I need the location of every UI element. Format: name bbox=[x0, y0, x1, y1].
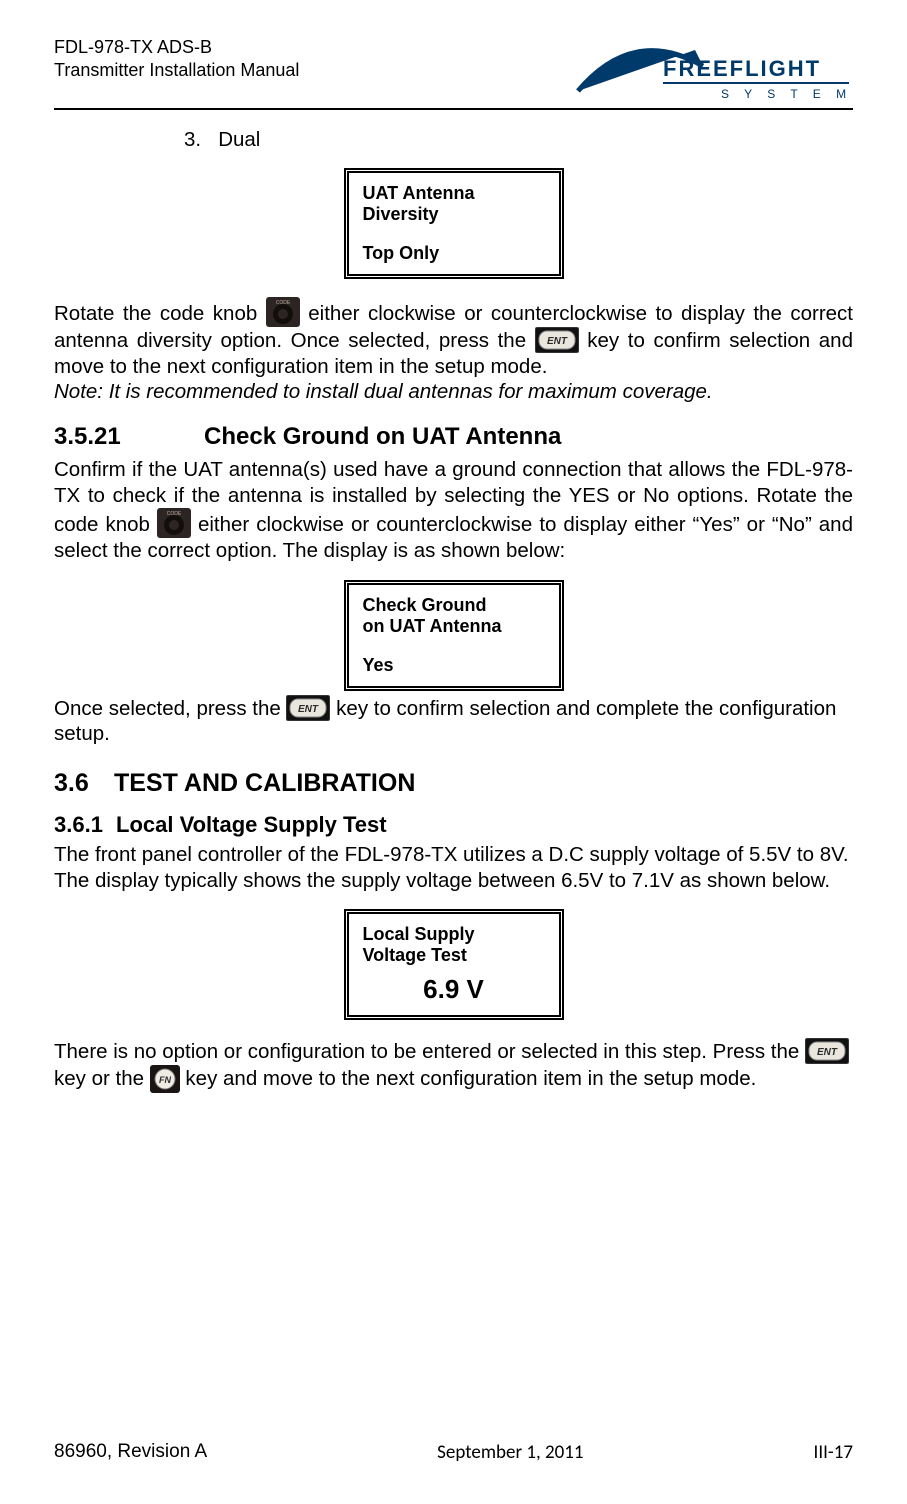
heading-number: 3.6.1 bbox=[54, 812, 116, 838]
code-knob-icon: CODE bbox=[157, 508, 191, 538]
display-line: Check Ground bbox=[363, 595, 545, 616]
paragraph: Confirm if the UAT antenna(s) used have … bbox=[54, 457, 853, 564]
logo-text-top: FREEFLIGHT bbox=[663, 56, 821, 81]
heading-title: Check Ground on UAT Antenna bbox=[204, 423, 561, 450]
footer-date: September 1, 2011 bbox=[437, 1441, 583, 1464]
paragraph: There is no option or configuration to b… bbox=[54, 1038, 853, 1093]
svg-text:ENT: ENT bbox=[817, 1047, 838, 1058]
paragraph: The front panel controller of the FDL-97… bbox=[54, 842, 853, 893]
header-divider bbox=[54, 108, 853, 110]
heading-number: 3.6 bbox=[54, 769, 114, 798]
ent-key-icon: ENT bbox=[805, 1038, 849, 1064]
svg-text:CODE: CODE bbox=[167, 511, 182, 517]
display-line: Diversity bbox=[363, 204, 545, 225]
display-line: UAT Antenna bbox=[363, 183, 545, 204]
heading-3-6-1: 3.6.1Local Voltage Supply Test bbox=[54, 812, 853, 838]
display-line: on UAT Antenna bbox=[363, 616, 545, 637]
page-footer: 86960, Revision A September 1, 2011 III-… bbox=[54, 1441, 853, 1464]
display-uat-diversity: UAT Antenna Diversity Top Only bbox=[344, 168, 564, 279]
heading-number: 3.5.21 bbox=[54, 423, 204, 451]
code-knob-icon: CODE bbox=[266, 297, 300, 327]
footer-left: 86960, Revision A bbox=[54, 1441, 207, 1464]
voltage-value: 6.9 V bbox=[363, 974, 545, 1005]
note: Note: It is recommended to install dual … bbox=[54, 379, 853, 405]
paragraph: Rotate the code knob CODE either clockwi… bbox=[54, 297, 853, 379]
list-number: 3. bbox=[184, 128, 201, 151]
display-line: Local Supply bbox=[363, 924, 545, 945]
heading-title: TEST AND CALIBRATION bbox=[114, 769, 415, 797]
display-line: Voltage Test bbox=[363, 945, 545, 966]
doc-header-line1: FDL-978-TX ADS-B bbox=[54, 36, 299, 59]
svg-text:CODE: CODE bbox=[276, 300, 291, 306]
display-line: Top Only bbox=[363, 243, 545, 264]
paragraph: Once selected, press the ENT key to conf… bbox=[54, 695, 853, 747]
svg-text:ENT: ENT bbox=[547, 336, 568, 347]
svg-text:ENT: ENT bbox=[298, 704, 319, 715]
display-line: Yes bbox=[363, 655, 545, 676]
display-check-ground: Check Ground on UAT Antenna Yes bbox=[344, 580, 564, 691]
heading-3-5-21: 3.5.21Check Ground on UAT Antenna bbox=[54, 423, 853, 451]
doc-header-line2: Transmitter Installation Manual bbox=[54, 59, 299, 82]
ent-key-icon: ENT bbox=[286, 695, 330, 721]
footer-page: III-17 bbox=[814, 1441, 853, 1464]
doc-header: FDL-978-TX ADS-B Transmitter Installatio… bbox=[54, 36, 299, 81]
heading-title: Local Voltage Supply Test bbox=[116, 812, 387, 837]
svg-text:FN: FN bbox=[159, 1075, 171, 1085]
list-item-dual: 3. Dual bbox=[184, 128, 853, 152]
heading-3-6: 3.6TEST AND CALIBRATION bbox=[54, 769, 853, 798]
display-voltage: Local Supply Voltage Test 6.9 V bbox=[344, 909, 564, 1020]
fn-key-icon: FN bbox=[150, 1065, 180, 1093]
logo-text-bottom: S Y S T E M S bbox=[721, 87, 853, 101]
freeflight-logo: FREEFLIGHT S Y S T E M S bbox=[573, 36, 853, 106]
list-label: Dual bbox=[218, 128, 260, 151]
ent-key-icon: ENT bbox=[535, 327, 579, 353]
